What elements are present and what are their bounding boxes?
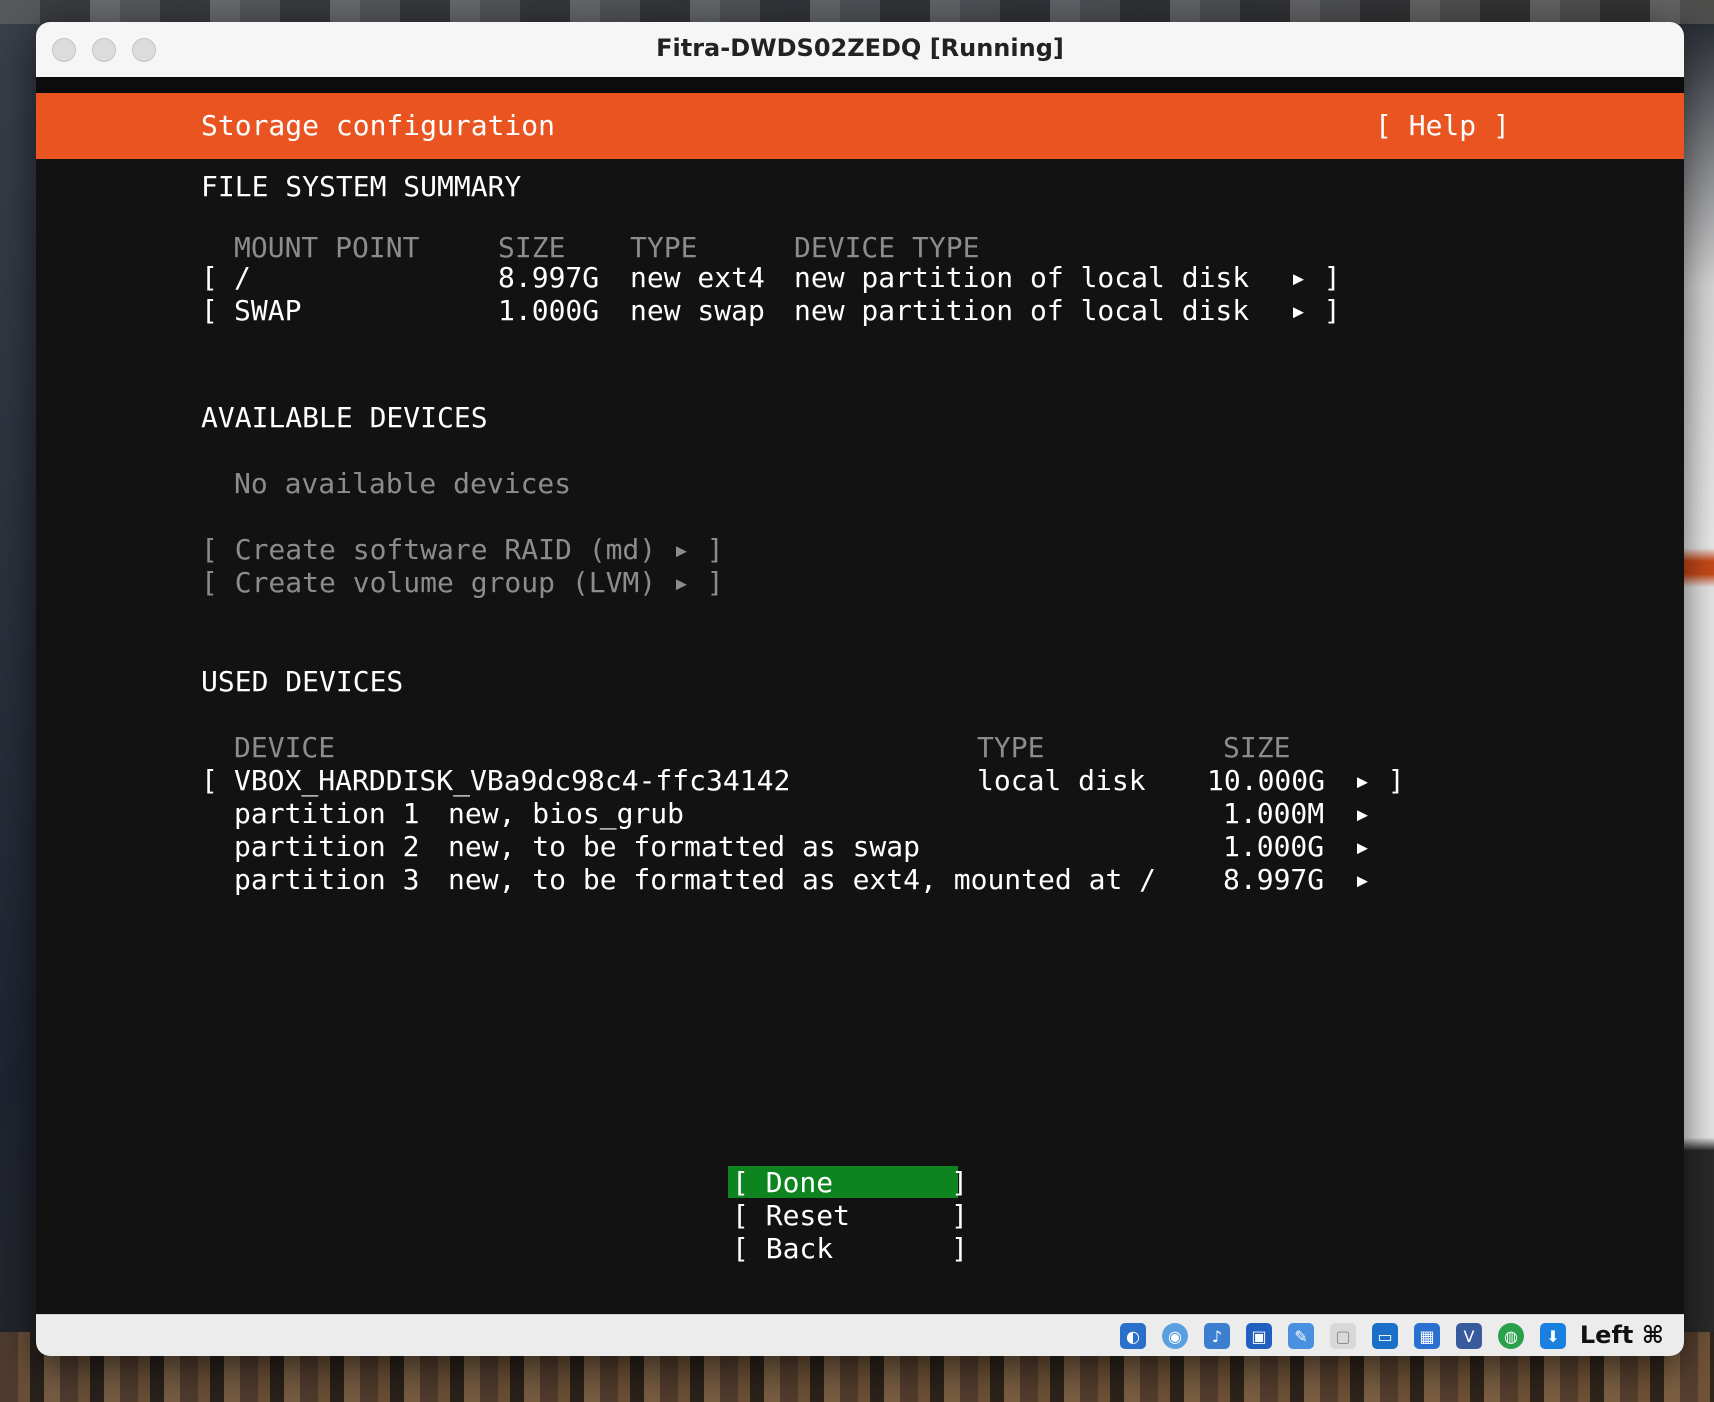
disk-size: 10.000G <box>1207 764 1326 797</box>
video-capture-icon[interactable]: V <box>1456 1323 1482 1349</box>
col-size: SIZE <box>1223 731 1291 764</box>
col-type: TYPE <box>977 731 1045 764</box>
partition-label: partition 1 <box>234 797 420 830</box>
row-bracket: [ <box>201 294 218 327</box>
desktop-background-right <box>1680 24 1714 1334</box>
hard-disk-icon[interactable]: ◐ <box>1120 1323 1146 1349</box>
mount-point: SWAP <box>234 294 302 327</box>
device-type: new partition of local disk <box>794 294 1250 327</box>
row-menu-arrow[interactable]: ▸ ] <box>1290 294 1341 327</box>
network-icon[interactable]: ▣ <box>1246 1323 1272 1349</box>
col-mount-point: MOUNT POINT <box>234 231 420 264</box>
done-button[interactable]: [ Done ] <box>732 1166 968 1199</box>
globe-icon[interactable]: ◍ <box>1498 1323 1524 1349</box>
vm-window: Fitra-DWDS02ZEDQ [Running] Storage confi… <box>36 22 1684 1356</box>
row-menu-arrow[interactable]: ▸ <box>1354 830 1371 863</box>
row-bracket: [ <box>201 764 218 797</box>
host-key-indicator: Left ⌘ <box>1579 1321 1664 1349</box>
display-icon[interactable]: ▭ <box>1372 1323 1398 1349</box>
title-divider <box>36 77 1684 93</box>
row-menu-arrow[interactable]: ▸ ] <box>1354 764 1405 797</box>
back-button[interactable]: [ Back ] <box>732 1232 968 1265</box>
page-title: Storage configuration <box>201 109 556 142</box>
partition-label: partition 3 <box>234 863 420 896</box>
row-menu-arrow[interactable]: ▸ ] <box>1290 261 1341 294</box>
audio-icon[interactable]: ♪ <box>1204 1323 1230 1349</box>
optical-disk-icon[interactable]: ◉ <box>1162 1323 1188 1349</box>
col-device-type: DEVICE TYPE <box>794 231 980 264</box>
no-devices-text: No available devices <box>234 467 572 500</box>
installer-header: Storage configuration [ Help ] <box>36 93 1684 159</box>
device-type: new partition of local disk <box>794 261 1250 294</box>
create-raid-button[interactable]: [ Create software RAID (md) ▸ ] <box>201 533 724 566</box>
used-devices-heading: USED DEVICES <box>201 665 404 698</box>
disk-type: local disk <box>977 764 1146 797</box>
download-icon[interactable]: ⬇ <box>1540 1323 1566 1349</box>
fs-size: 8.997G <box>498 261 600 294</box>
partition-desc: new, to be formatted as swap <box>448 830 921 863</box>
desktop-background-top <box>0 0 1714 24</box>
partition-desc: new, to be formatted as ext4, mounted at… <box>448 863 1157 896</box>
row-bracket: [ <box>201 261 218 294</box>
window-title: Fitra-DWDS02ZEDQ [Running] <box>656 34 1064 62</box>
usb-icon[interactable]: ✎ <box>1288 1323 1314 1349</box>
help-button[interactable]: [ Help ] <box>1375 109 1510 142</box>
partition-size: 1.000G <box>1223 830 1325 863</box>
available-devices-heading: AVAILABLE DEVICES <box>201 401 488 434</box>
row-menu-arrow[interactable]: ▸ <box>1354 797 1371 830</box>
partition-size: 8.997G <box>1223 863 1325 896</box>
fs-type: new swap <box>630 294 765 327</box>
fs-summary-heading: FILE SYSTEM SUMMARY <box>201 170 522 203</box>
col-device: DEVICE <box>234 731 336 764</box>
partition-desc: new, bios_grub <box>448 797 685 830</box>
screen-capture-icon[interactable]: ▦ <box>1414 1323 1440 1349</box>
partition-size: 1.000M <box>1223 797 1325 830</box>
mount-point: / <box>234 261 251 294</box>
col-size: SIZE <box>498 231 566 264</box>
col-type: TYPE <box>630 231 698 264</box>
fs-size: 1.000G <box>498 294 600 327</box>
fs-type: new ext4 <box>630 261 765 294</box>
vm-status-bar: ◐ ◉ ♪ ▣ ✎ ▢ ▭ ▦ V ◍ ⬇ Left ⌘ <box>36 1314 1684 1356</box>
vm-screen[interactable]: Storage configuration [ Help ] FILE SYST… <box>36 93 1684 1337</box>
row-menu-arrow[interactable]: ▸ <box>1354 863 1371 896</box>
reset-button[interactable]: [ Reset ] <box>732 1199 968 1232</box>
partition-label: partition 2 <box>234 830 420 863</box>
shared-folder-icon[interactable]: ▢ <box>1330 1323 1356 1349</box>
create-lvm-button[interactable]: [ Create volume group (LVM) ▸ ] <box>201 566 724 599</box>
title-bar: Fitra-DWDS02ZEDQ [Running] <box>36 22 1684 78</box>
disk-name: VBOX_HARDDISK_VBa9dc98c4-ffc34142 <box>234 764 791 797</box>
